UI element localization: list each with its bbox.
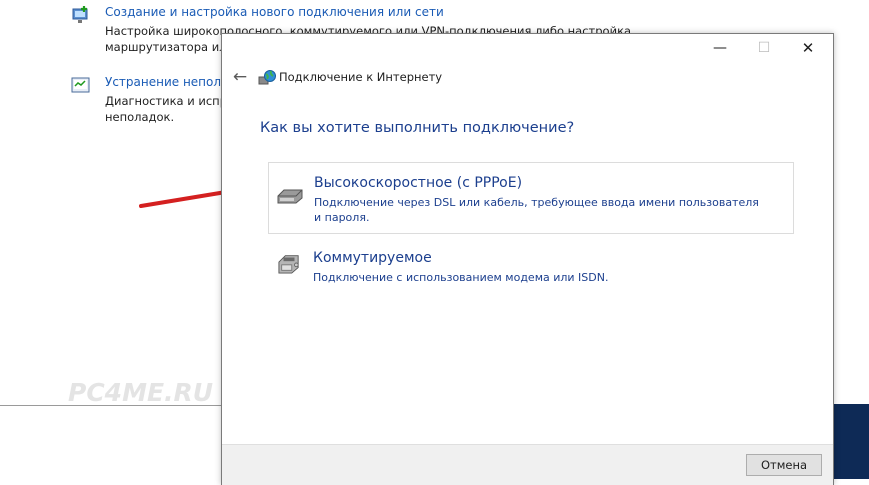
option-pppoe[interactable]: Высокоскоростное (с PPPoE) Подключение ч…	[268, 162, 794, 234]
option-pppoe-desc: Подключение через DSL или кабель, требую…	[314, 196, 759, 224]
dialog-title: Подключение к Интернету	[279, 70, 443, 84]
back-button[interactable]: ←	[228, 68, 252, 88]
modem-icon	[277, 189, 303, 204]
network-setup-icon	[72, 6, 88, 23]
page-heading: Как вы хотите выполнить подключение?	[260, 120, 575, 136]
globe-connection-icon	[258, 70, 276, 85]
watermark: PC4ME.RU	[68, 378, 214, 407]
cancel-button[interactable]: Отмена	[746, 454, 822, 476]
taskbar-edge	[833, 404, 869, 479]
new-connection-link[interactable]: Создание и настройка нового подключения …	[105, 5, 444, 19]
minimize-button[interactable]: —	[698, 34, 742, 64]
option-pppoe-title: Высокоскоростное (с PPPoE)	[314, 175, 523, 191]
option-dialup-title: Коммутируемое	[313, 250, 432, 266]
connect-to-internet-dialog: — ☐ ✕ ← Подключение к Интернету Как вы х…	[221, 33, 834, 485]
maximize-button[interactable]: ☐	[742, 34, 786, 64]
title-bar[interactable]: — ☐ ✕	[222, 34, 833, 64]
troubleshoot-icon	[71, 77, 90, 93]
option-dialup-desc: Подключение с использованием модема или …	[313, 271, 609, 284]
option-dialup[interactable]: Коммутируемое Подключение с использовани…	[268, 244, 792, 294]
dialup-phone-icon	[278, 255, 299, 274]
close-button[interactable]: ✕	[786, 34, 830, 64]
